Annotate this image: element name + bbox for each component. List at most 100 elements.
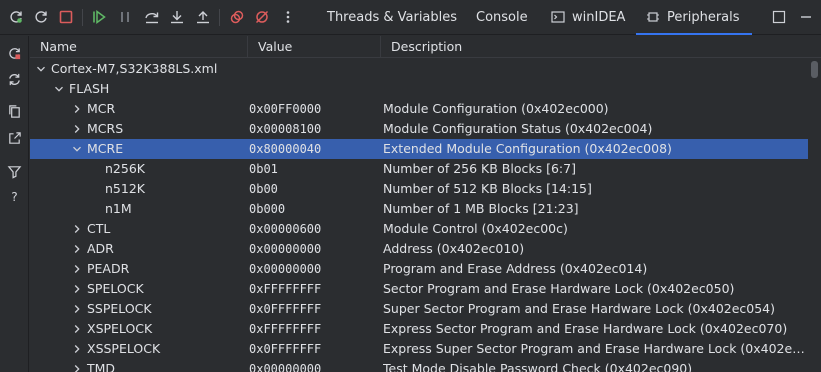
- reload-icon[interactable]: [31, 7, 51, 27]
- chevron-right-icon[interactable]: [72, 284, 82, 294]
- chevron-down-icon[interactable]: [54, 84, 64, 94]
- row-name: PEADR: [87, 261, 130, 276]
- row-name: CTL: [87, 221, 111, 236]
- stop-icon[interactable]: [56, 7, 76, 27]
- chevron-right-icon[interactable]: [72, 364, 82, 372]
- chevron-right-icon[interactable]: [72, 324, 82, 334]
- row-description: Number of 512 KB Blocks [14:15]: [383, 181, 592, 196]
- row-value[interactable]: 0b01: [249, 159, 278, 179]
- step-into-icon[interactable]: [167, 7, 187, 27]
- row-description: Super Sector Program and Erase Hardware …: [383, 301, 776, 316]
- tab-winidea[interactable]: winIDEA: [541, 0, 635, 35]
- chevron-right-icon[interactable]: [72, 344, 82, 354]
- scroll-thumb[interactable]: [811, 61, 818, 78]
- table-row[interactable]: n512K 0b00 Number of 512 KB Blocks [14:15]: [30, 179, 808, 199]
- row-description: Number of 256 KB Blocks [6:7]: [383, 161, 576, 176]
- help-icon[interactable]: ?: [5, 187, 23, 205]
- table-row[interactable]: MCRE 0x80000040 Extended Module Configurat…: [30, 139, 808, 159]
- toolbar-separator: [82, 9, 83, 26]
- row-description: Express Super Sector Program and Erase H…: [383, 341, 808, 356]
- row-value[interactable]: 0x00000000: [249, 239, 321, 259]
- table-row[interactable]: CTL 0x00000600 Module Control (0x402ec00c): [30, 219, 808, 239]
- column-header-value[interactable]: Value: [248, 36, 381, 58]
- row-value[interactable]: 0x00000000: [249, 259, 321, 279]
- table-row[interactable]: n256K 0b01 Number of 256 KB Blocks [6:7]: [30, 159, 808, 179]
- peripherals-icon: [647, 11, 659, 22]
- reset-icon[interactable]: [5, 44, 23, 62]
- chevron-down-icon[interactable]: [72, 144, 82, 154]
- row-name: FLASH: [69, 81, 110, 96]
- svg-text:?: ?: [11, 190, 17, 204]
- pause-icon[interactable]: [115, 7, 135, 27]
- table-row[interactable]: n1M 0b000 Number of 1 MB Blocks [21:23]: [30, 199, 808, 219]
- table-row[interactable]: FLASH: [30, 79, 808, 99]
- chevron-right-icon[interactable]: [72, 104, 82, 114]
- filter-icon[interactable]: [5, 162, 23, 180]
- row-name: SSPELOCK: [87, 301, 152, 316]
- row-name: n256K: [105, 161, 145, 176]
- chevron-right-icon[interactable]: [72, 304, 82, 314]
- table-row[interactable]: ADR 0x00000000 Address (0x402ec010): [30, 239, 808, 259]
- table-row[interactable]: Cortex-M7,S32K388LS.xml: [30, 59, 808, 79]
- row-value[interactable]: 0b00: [249, 179, 278, 199]
- copy-icon[interactable]: [5, 102, 23, 120]
- row-value[interactable]: 0x00000000: [249, 359, 321, 372]
- restore-window-icon[interactable]: [772, 10, 786, 24]
- table-row[interactable]: XSPELOCK 0xFFFFFFFF Express Sector Program…: [30, 319, 808, 339]
- row-value[interactable]: 0x00000600: [249, 219, 321, 239]
- tab-label: Console: [476, 10, 528, 25]
- row-value[interactable]: 0x00008100: [249, 119, 321, 139]
- step-over-icon[interactable]: [142, 7, 162, 27]
- chevron-right-icon[interactable]: [72, 224, 82, 234]
- row-value[interactable]: 0b000: [249, 199, 285, 219]
- row-name: TMD: [87, 361, 116, 372]
- debug-toolbar: Threads & Variables Console winIDEA Peri…: [0, 0, 821, 35]
- more-icon[interactable]: [278, 7, 298, 27]
- table-row[interactable]: SSPELOCK 0x0FFFFFFF Super Sector Program a…: [30, 299, 808, 319]
- tab-peripherals[interactable]: Peripherals: [636, 0, 752, 35]
- row-value[interactable]: 0xFFFFFFFF: [249, 319, 321, 339]
- chevron-right-icon[interactable]: [72, 264, 82, 274]
- sync-icon[interactable]: [5, 70, 23, 88]
- table-row[interactable]: XSSPELOCK 0x0FFFFFFF Express Super Sector …: [30, 339, 808, 359]
- side-action-bar: ?: [0, 36, 29, 372]
- refresh-icon[interactable]: [6, 7, 26, 27]
- table-row[interactable]: PEADR 0x00000000 Program and Erase Address…: [30, 259, 808, 279]
- row-name: SPELOCK: [87, 281, 144, 296]
- chevron-right-icon[interactable]: [72, 124, 82, 134]
- chevron-down-icon[interactable]: [36, 64, 46, 74]
- table-row[interactable]: TMD 0x00000000 Test Mode Disable Password …: [30, 359, 808, 372]
- tab-threads-variables[interactable]: Threads & Variables: [317, 0, 467, 35]
- row-description: Test Mode Disable Password Check (0x402e…: [383, 361, 693, 372]
- tab-console[interactable]: Console: [466, 0, 538, 35]
- row-name: MCR: [87, 101, 116, 116]
- step-out-icon[interactable]: [193, 7, 213, 27]
- row-value[interactable]: 0xFFFFFFFF: [249, 279, 321, 299]
- row-description: Number of 1 MB Blocks [21:23]: [383, 201, 579, 216]
- row-name: XSSPELOCK: [87, 341, 161, 356]
- table-row[interactable]: MCRS 0x00008100 Module Configuration Statu…: [30, 119, 808, 139]
- row-value[interactable]: 0x0FFFFFFF: [249, 299, 321, 319]
- peripherals-table: Name Value Description Cortex-M7,S32K388…: [30, 36, 821, 372]
- export-icon[interactable]: [5, 129, 23, 147]
- table-header: Name Value Description: [30, 36, 821, 58]
- vertical-scrollbar[interactable]: [808, 59, 821, 372]
- table-row[interactable]: SPELOCK 0xFFFFFFFF Sector Program and Eras…: [30, 279, 808, 299]
- run-icon[interactable]: [89, 7, 109, 27]
- minimize-icon[interactable]: [799, 10, 813, 24]
- row-value[interactable]: 0x00FF0000: [249, 99, 321, 119]
- column-header-name[interactable]: Name: [30, 36, 248, 58]
- table-row[interactable]: MCR 0x00FF0000 Module Configuration (0x402…: [30, 99, 808, 119]
- chevron-right-icon[interactable]: [72, 244, 82, 254]
- row-name: MCRE: [87, 141, 124, 156]
- breakpoints-icon[interactable]: [227, 7, 247, 27]
- toolbar-separator: [219, 9, 220, 26]
- row-value[interactable]: 0x80000040: [249, 139, 321, 159]
- winidea-icon: [551, 10, 565, 23]
- row-description: Program and Erase Address (0x402ec014): [383, 261, 648, 276]
- row-value[interactable]: 0x0FFFFFFF: [249, 339, 321, 359]
- mute-breakpoints-icon[interactable]: [252, 7, 272, 27]
- column-header-description[interactable]: Description: [381, 36, 821, 58]
- row-name: Cortex-M7,S32K388LS.xml: [51, 61, 218, 76]
- tab-label: Peripherals: [667, 10, 740, 25]
